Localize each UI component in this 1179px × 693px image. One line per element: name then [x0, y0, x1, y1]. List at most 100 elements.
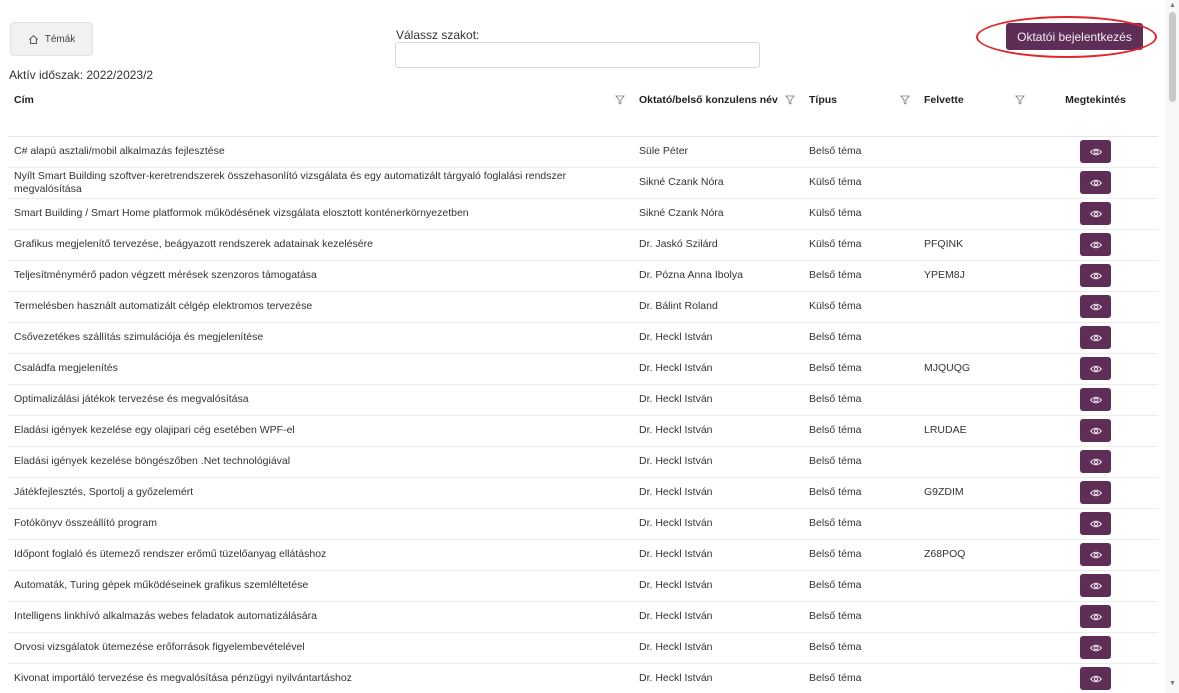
table-row: C# alapú asztali/mobil alkalmazás fejles…	[8, 136, 1158, 168]
cell-advisor: Dr. Heckl István	[633, 539, 803, 571]
view-topic-button[interactable]	[1080, 512, 1111, 535]
cell-type: Belső téma	[803, 570, 918, 602]
view-topic-button[interactable]	[1080, 419, 1111, 442]
cell-advisor: Dr. Bálint Roland	[633, 291, 803, 323]
cell-title: Kivonat importáló tervezése és megvalósí…	[8, 663, 633, 693]
column-header-taken[interactable]: Felvette	[918, 83, 1033, 137]
cell-view	[1033, 229, 1158, 261]
filter-icon[interactable]	[900, 95, 910, 105]
scroll-up-arrow-icon[interactable]: ▲	[1169, 2, 1176, 9]
cell-view	[1033, 136, 1158, 168]
cell-taken: PFQINK	[918, 229, 1033, 261]
scroll-down-arrow-icon[interactable]: ▼	[1169, 680, 1176, 687]
view-topic-button[interactable]	[1080, 388, 1111, 411]
cell-taken	[918, 322, 1033, 354]
cell-taken: YPEM8J	[918, 260, 1033, 292]
filter-icon[interactable]	[1015, 95, 1025, 105]
view-topic-button[interactable]	[1080, 295, 1111, 318]
cell-advisor: Süle Péter	[633, 136, 803, 168]
cell-view	[1033, 632, 1158, 664]
cell-type: Belső téma	[803, 353, 918, 385]
column-header-taken-label: Felvette	[924, 94, 964, 106]
view-topic-button[interactable]	[1080, 202, 1111, 225]
major-select-input[interactable]	[395, 42, 760, 68]
cell-advisor: Dr. Heckl István	[633, 570, 803, 602]
view-topic-button[interactable]	[1080, 636, 1111, 659]
table-row: Eladási igények kezelése egy olajipari c…	[8, 415, 1158, 447]
cell-type: Belső téma	[803, 322, 918, 354]
eye-icon	[1089, 210, 1102, 217]
cell-advisor: Dr. Heckl István	[633, 601, 803, 633]
cell-type: Belső téma	[803, 663, 918, 693]
table-row: Teljesítménymérő padon végzett mérések s…	[8, 260, 1158, 292]
cell-taken	[918, 167, 1033, 199]
cell-advisor: Dr. Pózna Anna Ibolya	[633, 260, 803, 292]
cell-advisor: Dr. Heckl István	[633, 632, 803, 664]
eye-icon	[1089, 334, 1102, 341]
view-topic-button[interactable]	[1080, 450, 1111, 473]
page-scrollbar[interactable]: ▲ ▼	[1166, 0, 1179, 693]
table-row: Smart Building / Smart Home platformok m…	[8, 198, 1158, 230]
cell-advisor: Dr. Heckl István	[633, 663, 803, 693]
cell-title: Nyílt Smart Building szoftver-keretrends…	[8, 167, 633, 199]
cell-title: Smart Building / Smart Home platformok m…	[8, 198, 633, 230]
table-header-row: Cím Oktató/belső konzulens név Típus Fel…	[8, 83, 1158, 137]
cell-type: Külső téma	[803, 291, 918, 323]
column-header-view-label: Megtekintés	[1065, 94, 1126, 106]
cell-view	[1033, 353, 1158, 385]
column-header-advisor-label: Oktató/belső konzulens név	[639, 94, 778, 106]
column-header-title[interactable]: Cím	[8, 83, 633, 137]
home-icon	[28, 34, 38, 44]
table-row: Eladási igények kezelése böngészőben .Ne…	[8, 446, 1158, 478]
view-topic-button[interactable]	[1080, 574, 1111, 597]
column-header-type[interactable]: Típus	[803, 83, 918, 137]
filter-icon[interactable]	[615, 95, 625, 105]
view-topic-button[interactable]	[1080, 543, 1111, 566]
scrollbar-thumb[interactable]	[1169, 12, 1176, 102]
eye-icon	[1089, 458, 1102, 465]
cell-title: Játékfejlesztés, Sportolj a győzelemért	[8, 477, 633, 509]
view-topic-button[interactable]	[1080, 667, 1111, 690]
table-row: Játékfejlesztés, Sportolj a győzelemért D…	[8, 477, 1158, 509]
table-row: Automaták, Turing gépek működéseinek gra…	[8, 570, 1158, 602]
cell-view	[1033, 663, 1158, 693]
cell-view	[1033, 508, 1158, 540]
view-topic-button[interactable]	[1080, 481, 1111, 504]
view-topic-button[interactable]	[1080, 140, 1111, 163]
view-topic-button[interactable]	[1080, 605, 1111, 628]
cell-view	[1033, 291, 1158, 323]
cell-taken: Z68POQ	[918, 539, 1033, 571]
cell-title: Intelligens linkhívó alkalmazás webes fe…	[8, 601, 633, 633]
cell-title: Orvosi vizsgálatok ütemezése erőforrások…	[8, 632, 633, 664]
view-topic-button[interactable]	[1080, 264, 1111, 287]
cell-title: Termelésben használt automatizált célgép…	[8, 291, 633, 323]
topics-table-body: C# alapú asztali/mobil alkalmazás fejles…	[8, 136, 1158, 693]
view-topic-button[interactable]	[1080, 326, 1111, 349]
top-bar: Témák Válassz szakot: Oktatói bejelentke…	[0, 0, 1166, 82]
topics-home-button[interactable]: Témák	[10, 22, 93, 56]
cell-taken	[918, 384, 1033, 416]
eye-icon	[1089, 675, 1102, 682]
cell-type: Belső téma	[803, 632, 918, 664]
cell-taken	[918, 446, 1033, 478]
cell-taken	[918, 291, 1033, 323]
cell-taken	[918, 198, 1033, 230]
cell-view	[1033, 260, 1158, 292]
column-header-advisor[interactable]: Oktató/belső konzulens név	[633, 83, 803, 137]
cell-type: Külső téma	[803, 229, 918, 261]
view-topic-button[interactable]	[1080, 233, 1111, 256]
instructor-login-button[interactable]: Oktatói bejelentkezés	[1006, 23, 1143, 50]
cell-title: Családfa megjelenítés	[8, 353, 633, 385]
cell-type: Belső téma	[803, 415, 918, 447]
cell-advisor: Sikné Czank Nóra	[633, 167, 803, 199]
cell-taken	[918, 632, 1033, 664]
cell-type: Belső téma	[803, 446, 918, 478]
view-topic-button[interactable]	[1080, 357, 1111, 380]
cell-taken	[918, 570, 1033, 602]
filter-icon[interactable]	[785, 95, 795, 105]
view-topic-button[interactable]	[1080, 171, 1111, 194]
eye-icon	[1089, 644, 1102, 651]
cell-taken: G9ZDIM	[918, 477, 1033, 509]
eye-icon	[1089, 272, 1102, 279]
cell-type: Belső téma	[803, 260, 918, 292]
